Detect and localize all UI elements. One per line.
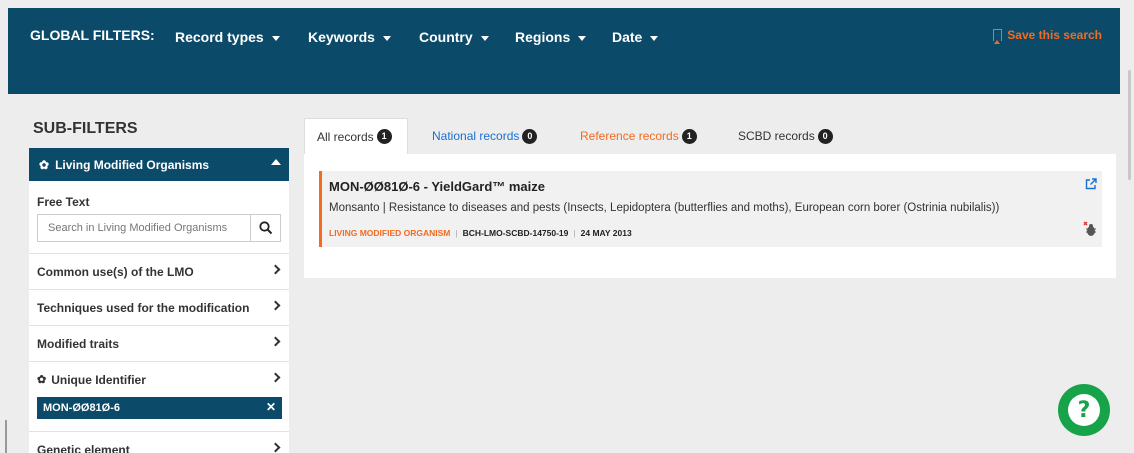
menu-label: Record types	[175, 29, 264, 45]
caret-down-icon	[650, 35, 659, 41]
facet-label: Common use(s) of the LMO	[37, 264, 194, 279]
lmo-section-title: Living Modified Organisms	[55, 157, 210, 172]
tab-label: National records	[432, 129, 520, 143]
left-scroll-edge	[5, 420, 7, 453]
record-description: Monsanto | Resistance to diseases and pe…	[329, 202, 1000, 214]
page-scrollbar[interactable]	[1128, 70, 1131, 180]
chevron-right-icon	[270, 372, 281, 383]
bookmark-icon	[993, 29, 1003, 44]
selected-filter-chip: MON-ØØ81Ø-6 ✕	[37, 397, 282, 419]
facet-genetic-element[interactable]: Genetic element	[29, 431, 289, 453]
results-panel: MON-ØØ81Ø-6 - YieldGard™ maize Monsanto …	[304, 154, 1116, 278]
external-link-icon[interactable]	[1085, 177, 1097, 195]
count-badge: 1	[681, 128, 697, 144]
caret-down-icon	[382, 35, 391, 41]
chevron-right-icon	[270, 300, 281, 311]
facet-unique-identifier[interactable]: ✿ Unique Identifier	[29, 361, 289, 397]
tab-scbd-records[interactable]: SCBD records 0	[726, 118, 845, 154]
gear-icon: ✿	[37, 374, 47, 386]
facet-common-use[interactable]: Common use(s) of the LMO	[29, 253, 289, 289]
tab-reference-records[interactable]: Reference records 1	[568, 118, 709, 154]
meta-separator: |	[455, 228, 458, 238]
lmo-section-header[interactable]: ✿ Living Modified Organisms	[29, 148, 289, 181]
chip-label: MON-ØØ81Ø-6	[43, 402, 121, 414]
global-filters-label: GLOBAL FILTERS:	[30, 27, 155, 43]
free-text-input[interactable]	[38, 215, 250, 241]
gear-icon: ✿	[39, 157, 50, 172]
free-text-search	[37, 214, 281, 242]
count-badge: 1	[376, 129, 392, 144]
menu-regions[interactable]: Regions	[515, 29, 587, 45]
chevron-right-icon	[270, 442, 281, 453]
sub-filters-panel: ✿ Living Modified Organisms Free Text Co…	[29, 148, 289, 453]
save-search-label: Save this search	[1007, 28, 1102, 42]
caret-down-icon	[480, 35, 489, 41]
save-search-link[interactable]: Save this search	[993, 28, 1102, 44]
facet-label: Unique Identifier	[51, 372, 146, 387]
chevron-right-icon	[270, 336, 281, 347]
record-meta: LIVING MODIFIED ORGANISM | BCH-LMO-SCBD-…	[329, 228, 632, 238]
tab-label: SCBD records	[738, 129, 815, 143]
facet-label: Genetic element	[37, 442, 130, 453]
free-text-label: Free Text	[37, 195, 90, 209]
tab-label: Reference records	[580, 129, 679, 143]
tab-label: All records	[317, 129, 374, 144]
record-card[interactable]: MON-ØØ81Ø-6 - YieldGard™ maize Monsanto …	[319, 171, 1102, 247]
menu-keywords[interactable]: Keywords	[308, 29, 391, 45]
menu-label: Country	[419, 29, 473, 45]
count-badge: 0	[522, 128, 538, 144]
caret-down-icon	[578, 35, 587, 41]
tab-national-records[interactable]: National records 0	[420, 118, 549, 154]
meta-separator: |	[573, 228, 576, 238]
menu-country[interactable]: Country	[419, 29, 489, 45]
facet-techniques[interactable]: Techniques used for the modification	[29, 289, 289, 325]
count-badge: 0	[817, 128, 833, 144]
menu-label: Regions	[515, 29, 571, 45]
menu-record-types[interactable]: Record types	[175, 29, 280, 45]
menu-date[interactable]: Date	[612, 29, 659, 45]
record-id: BCH-LMO-SCBD-14750-19	[462, 228, 569, 238]
facet-modified-traits[interactable]: Modified traits	[29, 325, 289, 361]
tab-all-records[interactable]: All records 1	[304, 118, 408, 154]
help-icon: ?	[1068, 394, 1100, 426]
search-icon	[258, 221, 272, 235]
search-button[interactable]	[250, 215, 280, 241]
menu-label: Keywords	[308, 29, 375, 45]
chevron-right-icon	[270, 264, 281, 275]
caret-down-icon	[271, 35, 280, 41]
menu-label: Date	[612, 29, 643, 45]
record-title[interactable]: MON-ØØ81Ø-6 - YieldGard™ maize	[329, 179, 545, 194]
facet-label: Modified traits	[37, 336, 120, 351]
global-filters-bar: GLOBAL FILTERS: Record types Keywords Co…	[8, 8, 1120, 94]
sub-filters-title: SUB-FILTERS	[33, 120, 138, 137]
caret-up-icon	[271, 159, 281, 165]
close-icon[interactable]: ✕	[266, 400, 276, 414]
help-button[interactable]: ?	[1058, 384, 1110, 436]
bug-icon	[1083, 221, 1097, 242]
facet-label: Techniques used for the modification	[37, 300, 250, 315]
record-type: LIVING MODIFIED ORGANISM	[329, 228, 451, 238]
record-date: 24 MAY 2013	[580, 228, 632, 238]
